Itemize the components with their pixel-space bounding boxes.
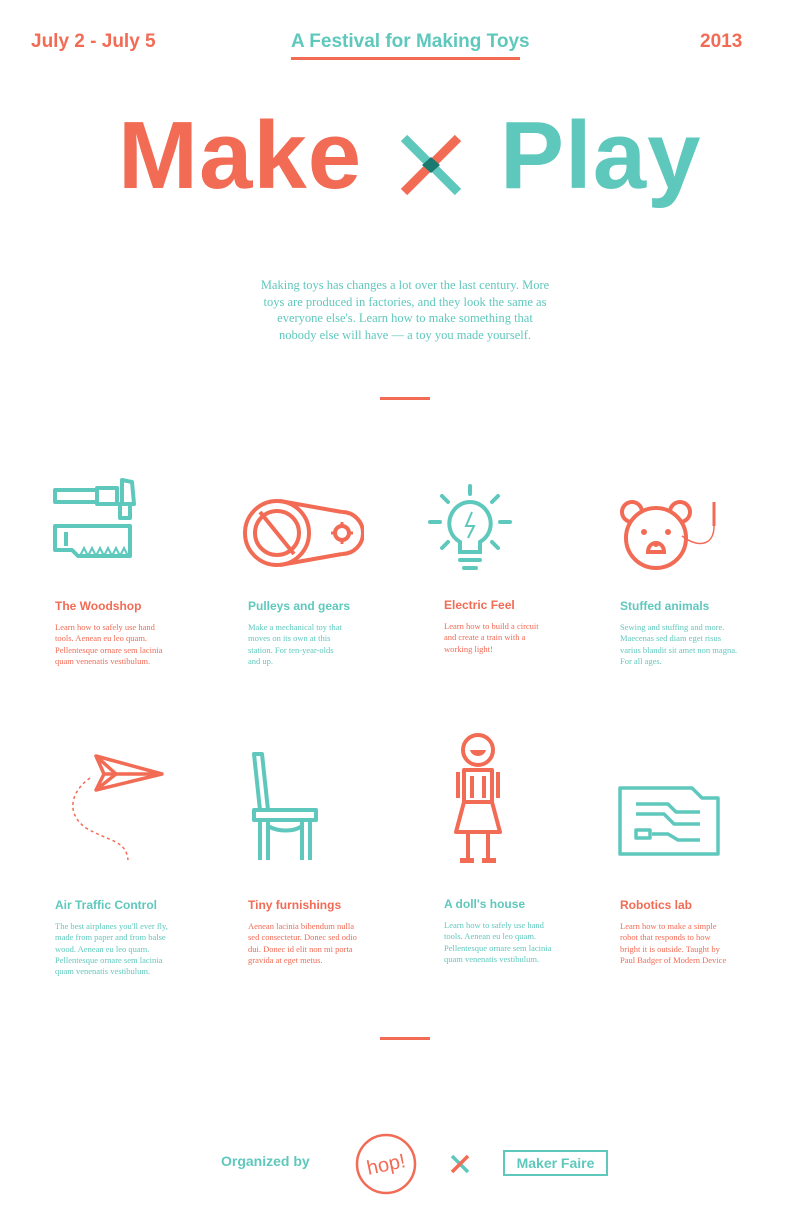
chair-icon (252, 752, 318, 860)
station-desc-stuffed: Sewing and stuffing and more. Maecenas s… (620, 622, 738, 666)
svg-text:hop!: hop! (365, 1150, 408, 1180)
station-desc-robotics: Learn how to make a simple robot that re… (620, 921, 727, 965)
station-title-air-traffic: Air Traffic Control (55, 898, 158, 912)
station-desc-dolls-house: Learn how to safely use hand tools. Aene… (444, 920, 552, 964)
doll-icon (454, 733, 502, 863)
station-title-woodshop: The Woodshop (55, 599, 142, 613)
section-divider-top (380, 397, 430, 400)
organized-by-label: Organized by (221, 1153, 310, 1169)
pulley-gear-icon (243, 499, 364, 567)
tagline-underline (291, 57, 520, 60)
maker-faire-logo: Maker Faire (503, 1150, 608, 1176)
station-desc-woodshop: Learn how to safely use hand tools. Aene… (55, 622, 163, 666)
station-desc-air-traffic: The best airplanes you'll ever fly, made… (55, 921, 168, 977)
section-divider-bottom (380, 1037, 430, 1040)
teddy-bear-icon (620, 500, 716, 570)
station-title-electric: Electric Feel (444, 598, 515, 612)
intro-paragraph: Making toys has changes a lot over the l… (260, 278, 550, 342)
station-desc-electric: Learn how to build a circuit and create … (444, 621, 539, 654)
station-desc-tiny-furnishings: Aenean lacinia bibendum nulla sed consec… (248, 921, 357, 965)
circuit-board-icon (618, 786, 720, 856)
station-title-robotics: Robotics lab (620, 898, 693, 912)
station-title-dolls-house: A doll's house (444, 897, 526, 911)
festival-tagline: A Festival for Making Toys (291, 31, 530, 52)
title-play: Play (500, 102, 702, 209)
paper-airplane-icon (72, 754, 164, 861)
station-title-stuffed: Stuffed animals (620, 599, 710, 613)
title-make: Make (118, 102, 363, 209)
festival-year: 2013 (700, 31, 743, 52)
title-cross-icon (400, 134, 462, 196)
footer-cross-icon (450, 1154, 470, 1174)
station-title-pulleys: Pulleys and gears (248, 599, 351, 613)
hop-logo: hop! (355, 1133, 417, 1195)
hammer-saw-icon (53, 478, 136, 559)
lightbulb-icon (428, 484, 512, 570)
station-desc-pulleys: Make a mechanical toy that moves on its … (248, 622, 342, 666)
festival-dates: July 2 - July 5 (31, 31, 156, 52)
station-title-tiny-furnishings: Tiny furnishings (248, 898, 342, 912)
